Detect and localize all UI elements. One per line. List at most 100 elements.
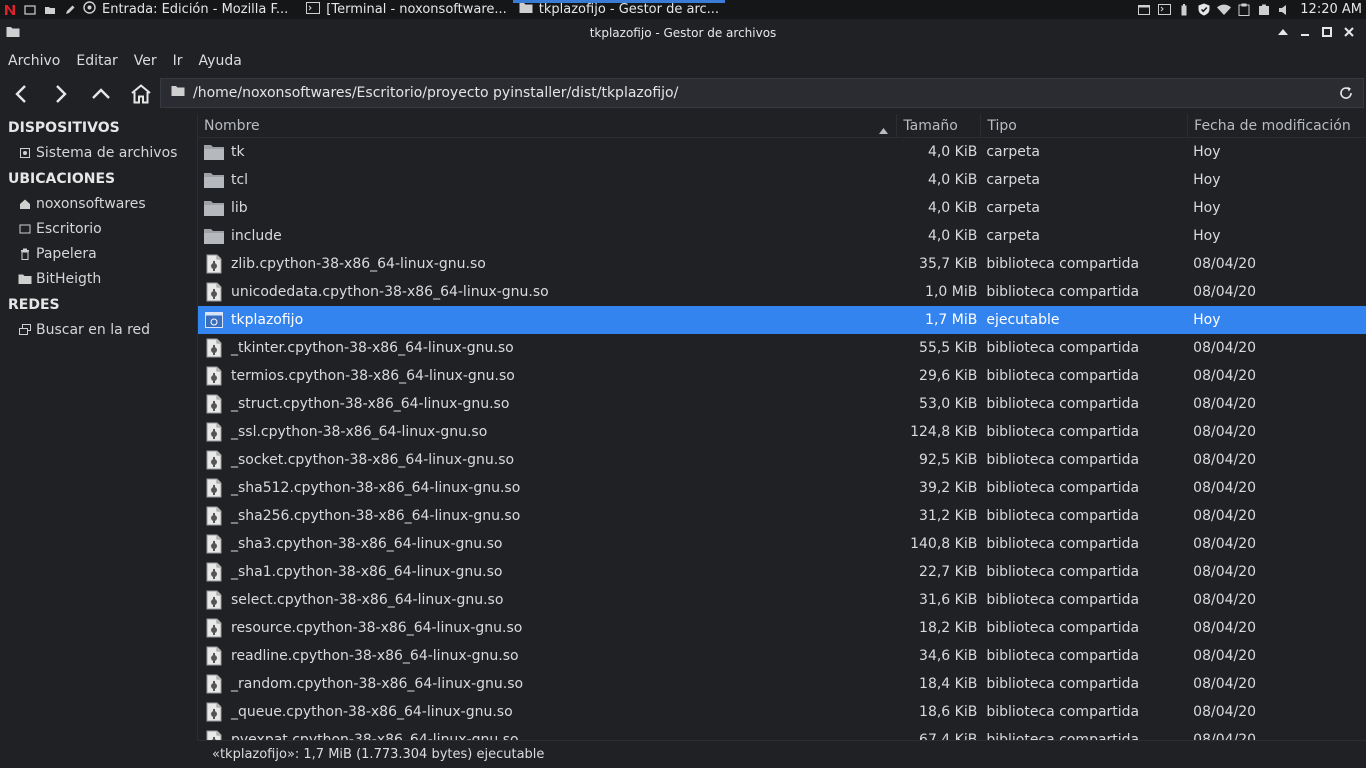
menu-ayuda[interactable]: Ayuda xyxy=(191,53,250,69)
column-type-header[interactable]: Tipo xyxy=(981,114,1189,138)
file-name-cell[interactable]: tcl xyxy=(198,169,897,191)
folder-icon xyxy=(203,141,225,163)
sidebar-item-desktop[interactable]: Escritorio xyxy=(0,216,197,241)
refresh-icon[interactable] xyxy=(1339,86,1353,104)
column-name-header[interactable]: Nombre xyxy=(198,114,898,138)
menu-editar[interactable]: Editar xyxy=(68,53,125,69)
menu-ver[interactable]: Ver xyxy=(126,53,165,69)
task-file-manager[interactable]: tkplazofijo - Gestor de arc... xyxy=(512,0,726,19)
volume-icon[interactable] xyxy=(1277,3,1291,17)
home-button[interactable] xyxy=(122,78,160,110)
sidebar-item-browse-network[interactable]: Buscar en la red xyxy=(0,317,197,342)
table-row[interactable]: include 4,0 KiB carpeta Hoy xyxy=(198,222,1366,250)
table-row[interactable]: _sha1.cpython-38-x86_64-linux-gnu.so 22,7… xyxy=(198,558,1366,586)
task-terminal[interactable]: [Terminal - noxonsoftware... xyxy=(300,0,512,19)
task-firefox[interactable]: Entrada: Edición - Mozilla F... xyxy=(77,0,294,19)
n-logo-icon[interactable] xyxy=(3,3,17,17)
folder-icon xyxy=(519,2,533,18)
file-size: 22,7 KiB xyxy=(919,564,978,580)
file-name-cell[interactable]: _random.cpython-38-x86_64-linux-gnu.so xyxy=(198,673,897,695)
wifi-icon[interactable] xyxy=(1217,3,1232,17)
file-name-cell[interactable]: _sha1.cpython-38-x86_64-linux-gnu.so xyxy=(198,561,897,583)
close-button[interactable] xyxy=(1338,25,1360,39)
window-tray-icon[interactable] xyxy=(1137,3,1151,17)
table-row[interactable]: tk 4,0 KiB carpeta Hoy xyxy=(198,138,1366,166)
table-row[interactable]: _tkinter.cpython-38-x86_64-linux-gnu.so 5… xyxy=(198,334,1366,362)
table-row[interactable]: _sha512.cpython-38-x86_64-linux-gnu.so 39… xyxy=(198,474,1366,502)
table-row[interactable]: _struct.cpython-38-x86_64-linux-gnu.so 53… xyxy=(198,390,1366,418)
table-row[interactable]: pyexpat.cpython-38-x86_64-linux-gnu.so 67… xyxy=(198,726,1366,740)
file-name-cell[interactable]: tkplazofijo xyxy=(198,309,897,331)
shade-button[interactable] xyxy=(1272,25,1294,39)
battery-charging-icon[interactable] xyxy=(1257,3,1271,17)
file-name-cell[interactable]: unicodedata.cpython-38-x86_64-linux-gnu.… xyxy=(198,281,897,303)
file-name-cell[interactable]: select.cpython-38-x86_64-linux-gnu.so xyxy=(198,589,897,611)
table-row[interactable]: _queue.cpython-38-x86_64-linux-gnu.so 18,… xyxy=(198,698,1366,726)
file-name: select.cpython-38-x86_64-linux-gnu.so xyxy=(231,592,504,608)
table-row[interactable]: lib 4,0 KiB carpeta Hoy xyxy=(198,194,1366,222)
file-name-cell[interactable]: resource.cpython-38-x86_64-linux-gnu.so xyxy=(198,617,897,639)
window-titlebar[interactable]: tkplazofijo - Gestor de archivos xyxy=(0,19,1366,46)
file-type: biblioteca compartida xyxy=(986,536,1140,552)
table-row[interactable]: _sha3.cpython-38-x86_64-linux-gnu.so 140,… xyxy=(198,530,1366,558)
file-name-cell[interactable]: _tkinter.cpython-38-x86_64-linux-gnu.so xyxy=(198,337,897,359)
sidebar-item-trash[interactable]: Papelera xyxy=(0,241,197,266)
maximize-button[interactable] xyxy=(1316,25,1338,39)
table-row[interactable]: _sha256.cpython-38-x86_64-linux-gnu.so 31… xyxy=(198,502,1366,530)
column-date-header[interactable]: Fecha de modificación xyxy=(1188,114,1366,138)
pencil-launcher-icon[interactable] xyxy=(63,3,77,17)
table-row[interactable]: _random.cpython-38-x86_64-linux-gnu.so 18… xyxy=(198,670,1366,698)
shared-library-file-icon xyxy=(203,729,225,740)
clock[interactable]: 12:20 AM xyxy=(1300,2,1362,17)
table-row[interactable]: readline.cpython-38-x86_64-linux-gnu.so 3… xyxy=(198,642,1366,670)
table-row[interactable]: _ssl.cpython-38-x86_64-linux-gnu.so 124,8… xyxy=(198,418,1366,446)
shared-library-file-icon xyxy=(203,449,225,471)
file-name-cell[interactable]: _queue.cpython-38-x86_64-linux-gnu.so xyxy=(198,701,897,723)
sidebar-item-bitheigth[interactable]: BitHeigth xyxy=(0,266,197,291)
location-path[interactable]: /home/noxonsoftwares/Escritorio/proyecto… xyxy=(193,85,678,101)
file-name-cell[interactable]: _ssl.cpython-38-x86_64-linux-gnu.so xyxy=(198,421,897,443)
forward-button[interactable] xyxy=(42,78,80,110)
back-button[interactable] xyxy=(2,78,40,110)
file-name-cell[interactable]: tk xyxy=(198,141,897,163)
file-name-cell[interactable]: _struct.cpython-38-x86_64-linux-gnu.so xyxy=(198,393,897,415)
file-name-cell[interactable]: zlib.cpython-38-x86_64-linux-gnu.so xyxy=(198,253,897,275)
table-row[interactable]: termios.cpython-38-x86_64-linux-gnu.so 29… xyxy=(198,362,1366,390)
file-name: resource.cpython-38-x86_64-linux-gnu.so xyxy=(231,620,523,636)
terminal-tray-icon[interactable] xyxy=(1157,3,1171,17)
file-name-cell[interactable]: termios.cpython-38-x86_64-linux-gnu.so xyxy=(198,365,897,387)
file-name-cell[interactable]: _socket.cpython-38-x86_64-linux-gnu.so xyxy=(198,449,897,471)
location-bar[interactable]: /home/noxonsoftwares/Escritorio/proyecto… xyxy=(160,78,1364,108)
minimize-button[interactable] xyxy=(1294,25,1316,39)
shield-icon[interactable] xyxy=(1197,3,1211,17)
home-icon xyxy=(131,84,151,104)
menu-ir[interactable]: Ir xyxy=(165,53,191,69)
table-row[interactable]: unicodedata.cpython-38-x86_64-linux-gnu.… xyxy=(198,278,1366,306)
table-row[interactable]: select.cpython-38-x86_64-linux-gnu.so 31,… xyxy=(198,586,1366,614)
clipboard-icon[interactable] xyxy=(1237,3,1251,17)
sidebar-item-filesystem[interactable]: Sistema de archivos xyxy=(0,140,197,165)
file-type: carpeta xyxy=(986,200,1040,216)
table-row[interactable]: _socket.cpython-38-x86_64-linux-gnu.so 92… xyxy=(198,446,1366,474)
battery-icon[interactable] xyxy=(1177,3,1191,17)
file-name-cell[interactable]: include xyxy=(198,225,897,247)
sidebar-item-home[interactable]: noxonsoftwares xyxy=(0,191,197,216)
file-name-cell[interactable]: readline.cpython-38-x86_64-linux-gnu.so xyxy=(198,645,897,667)
folder-launcher-icon[interactable] xyxy=(43,3,57,17)
file-name-cell[interactable]: pyexpat.cpython-38-x86_64-linux-gnu.so xyxy=(198,729,897,740)
file-list[interactable]: Nombre Tamaño Tipo Fecha de modificación… xyxy=(197,114,1366,740)
terminal-launcher-icon[interactable] xyxy=(23,3,37,17)
file-name: unicodedata.cpython-38-x86_64-linux-gnu.… xyxy=(231,284,549,300)
table-row[interactable]: tcl 4,0 KiB carpeta Hoy xyxy=(198,166,1366,194)
shared-library-file-icon xyxy=(203,701,225,723)
table-row[interactable]: zlib.cpython-38-x86_64-linux-gnu.so 35,7 … xyxy=(198,250,1366,278)
column-size-header[interactable]: Tamaño xyxy=(897,114,982,138)
menu-archivo[interactable]: Archivo xyxy=(0,53,68,69)
file-name-cell[interactable]: lib xyxy=(198,197,897,219)
file-name-cell[interactable]: _sha512.cpython-38-x86_64-linux-gnu.so xyxy=(198,477,897,499)
file-name-cell[interactable]: _sha3.cpython-38-x86_64-linux-gnu.so xyxy=(198,533,897,555)
parent-folder-button[interactable] xyxy=(82,78,120,110)
table-row[interactable]: resource.cpython-38-x86_64-linux-gnu.so 1… xyxy=(198,614,1366,642)
file-name-cell[interactable]: _sha256.cpython-38-x86_64-linux-gnu.so xyxy=(198,505,897,527)
table-row[interactable]: tkplazofijo 1,7 MiB ejecutable Hoy xyxy=(198,306,1366,334)
